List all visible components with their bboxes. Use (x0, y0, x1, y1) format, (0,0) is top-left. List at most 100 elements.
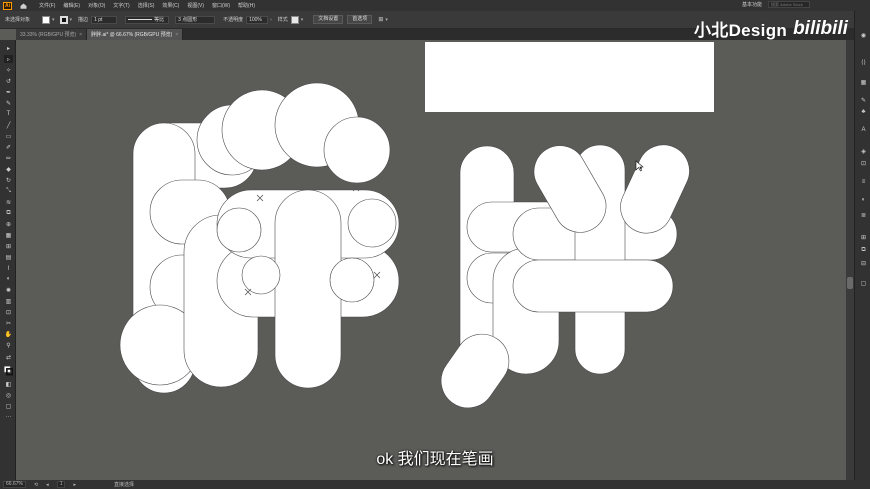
menu-type[interactable]: 文字(T) (113, 2, 129, 9)
selection-tool-icon[interactable]: ▸ (4, 44, 13, 52)
profile-label: 等比 (154, 16, 165, 23)
column-graph-tool-icon[interactable]: ▥ (4, 297, 13, 305)
eraser-tool-icon[interactable]: ◆ (4, 165, 13, 173)
transform-icon[interactable]: ⊞ (859, 233, 868, 241)
menu-select[interactable]: 选择(S) (138, 2, 155, 9)
menu-edit[interactable]: 编辑(E) (63, 2, 80, 9)
menu-effect[interactable]: 效果(C) (162, 2, 179, 9)
document-setup-button[interactable]: 文档设置 (313, 15, 344, 24)
vertical-scrollbar[interactable] (846, 40, 854, 480)
hand-tool-icon[interactable]: ✋ (4, 330, 13, 338)
scale-tool-icon[interactable]: ⤡ (4, 187, 13, 195)
pathfinder-icon[interactable]: ⧉ (859, 246, 868, 254)
graphic-style-swatch[interactable] (290, 15, 299, 24)
draw-mode-icon[interactable]: ◎ (4, 391, 13, 399)
curvature-tool-icon[interactable]: ✎ (4, 99, 13, 107)
chevron-down-icon[interactable]: ▾ (385, 17, 388, 23)
menu-window[interactable]: 窗口(W) (212, 2, 230, 9)
prev-artboard-icon[interactable]: ◂ (46, 482, 49, 488)
channel-name: 小北Design (694, 21, 788, 40)
chevron-right-icon[interactable]: › (270, 17, 272, 23)
zoom-tool-icon[interactable]: ⚲ (4, 341, 13, 349)
stroke-panel-icon[interactable]: ≣ (859, 211, 868, 219)
menubar-right: 基本功能 搜索 Adobe Stock (742, 1, 810, 8)
artwork (119, 82, 698, 418)
perspective-grid-tool-icon[interactable]: ▦ (4, 231, 13, 239)
canvas[interactable] (17, 40, 846, 480)
direct-selection-tool-icon[interactable]: ▹ (4, 55, 13, 63)
panels-dock: ◉ ⟨⟩ ▦ ✎ ♣ A ◈ ⊡ ≡ ◐ ≣ ⊞ ⧉ ⊟ ▢ (854, 11, 870, 489)
slice-tool-icon[interactable]: ✂ (4, 319, 13, 327)
gradient-tool-icon[interactable]: ▤ (4, 253, 13, 261)
type-tool-icon[interactable]: T (4, 110, 13, 118)
menu-file[interactable]: 文件(F) (39, 2, 55, 9)
tab-label: 33.33% (RGB/GPU 预览) (20, 32, 77, 38)
align-icon[interactable]: ≡ (859, 178, 868, 186)
line-tool-icon[interactable]: ╱ (4, 121, 13, 129)
eyedropper-tool-icon[interactable]: ⌇ (4, 264, 13, 272)
screen-mode-icon[interactable]: ▢ (4, 402, 13, 410)
rotate-tool-icon[interactable]: ↻ (4, 176, 13, 184)
brush-definition[interactable]: 3 点圆形 (175, 15, 216, 24)
menu-help[interactable]: 帮助(H) (238, 2, 255, 9)
color-panel-icon[interactable]: ◉ (859, 31, 868, 39)
variable-width-profile[interactable]: 等比 (125, 15, 170, 24)
artboards-panel-icon[interactable]: ⊡ (859, 159, 868, 167)
shaper-tool-icon[interactable]: ✏ (4, 154, 13, 162)
free-transform-tool-icon[interactable]: ⧉ (4, 209, 13, 217)
more-tools-icon[interactable]: ··· (4, 413, 13, 421)
arrange-documents-icon[interactable]: ⊞ (378, 16, 383, 23)
video-subtitle: ok 我们现在笔画 (376, 451, 494, 468)
close-icon[interactable]: × (79, 32, 82, 38)
appearance-icon[interactable]: ⊟ (859, 259, 868, 267)
tab-document-2[interactable]: 胖胖.ai* @ 66.67% (RGB/GPU 预览) × (87, 29, 184, 40)
chevron-down-icon[interactable]: ▾ (52, 17, 55, 23)
artboard-tool-icon[interactable]: ⊡ (4, 308, 13, 316)
home-icon[interactable] (19, 2, 28, 10)
symbols-icon[interactable]: ♣ (859, 108, 868, 116)
color-mode-icon[interactable]: ◧ (4, 380, 13, 388)
menu-bar: Ai 文件(F) 编辑(E) 对象(O) 文字(T) 选择(S) 效果(C) 视… (0, 0, 870, 11)
libraries-icon[interactable]: ⟨⟩ (859, 58, 868, 66)
workspace-switcher[interactable]: 基本功能 (742, 1, 762, 8)
chevron-down-icon[interactable]: ▾ (70, 17, 73, 23)
glyph-left[interactable] (119, 82, 400, 394)
lasso-tool-icon[interactable]: ↺ (4, 77, 13, 85)
chevron-down-icon[interactable]: ▾ (301, 17, 304, 23)
transparency-icon[interactable]: ◐ (859, 196, 868, 204)
menu-view[interactable]: 视图(V) (187, 2, 204, 9)
artboard-number-field[interactable]: 1 (56, 481, 66, 488)
tab-document-1[interactable]: 33.33% (RGB/GPU 预览) × (16, 29, 88, 40)
stock-search-input[interactable]: 搜索 Adobe Stock (768, 1, 810, 8)
zoom-level-field[interactable]: 66.67% (3, 481, 26, 488)
scrollbar-thumb[interactable] (847, 277, 853, 289)
fill-swatch[interactable] (42, 15, 51, 24)
swap-fill-stroke-icon[interactable]: ⇄ (4, 353, 13, 361)
graphic-styles-icon[interactable]: ▢ (859, 279, 868, 287)
pen-tool-icon[interactable]: ✒ (4, 88, 13, 96)
magic-wand-tool-icon[interactable]: ✧ (4, 66, 13, 74)
mesh-tool-icon[interactable]: ⊞ (4, 242, 13, 250)
warp-tool-icon[interactable]: ≋ (4, 198, 13, 206)
opacity-field[interactable]: 100% (246, 15, 269, 24)
next-artboard-icon[interactable]: ▸ (73, 482, 76, 488)
menu-object[interactable]: 对象(O) (88, 2, 105, 9)
rectangle-tool-icon[interactable]: ▭ (4, 132, 13, 140)
shape-builder-tool-icon[interactable]: ⊕ (4, 220, 13, 228)
selection-status: 未选择对象 (5, 17, 31, 23)
preferences-button[interactable]: 首选项 (347, 15, 373, 24)
brushes-icon[interactable]: ✎ (859, 96, 868, 104)
stroke-swatch[interactable] (59, 15, 68, 24)
blend-tool-icon[interactable]: ◐ (4, 275, 13, 283)
close-icon[interactable]: × (175, 32, 178, 38)
stroke-weight-field[interactable]: 1 pt (91, 15, 118, 24)
character-icon[interactable]: A (859, 126, 868, 134)
fill-stroke-indicator-icon[interactable] (4, 364, 13, 376)
layers-icon[interactable]: ◈ (859, 147, 868, 155)
symbol-sprayer-tool-icon[interactable]: ✺ (4, 286, 13, 294)
menu-items: 文件(F) 编辑(E) 对象(O) 文字(T) 选择(S) 效果(C) 视图(V… (39, 2, 263, 9)
glyph-right[interactable] (431, 136, 698, 418)
paintbrush-tool-icon[interactable]: ✐ (4, 143, 13, 151)
rotate-view-icon[interactable]: ⟲ (34, 482, 38, 488)
swatches-icon[interactable]: ▦ (859, 78, 868, 86)
